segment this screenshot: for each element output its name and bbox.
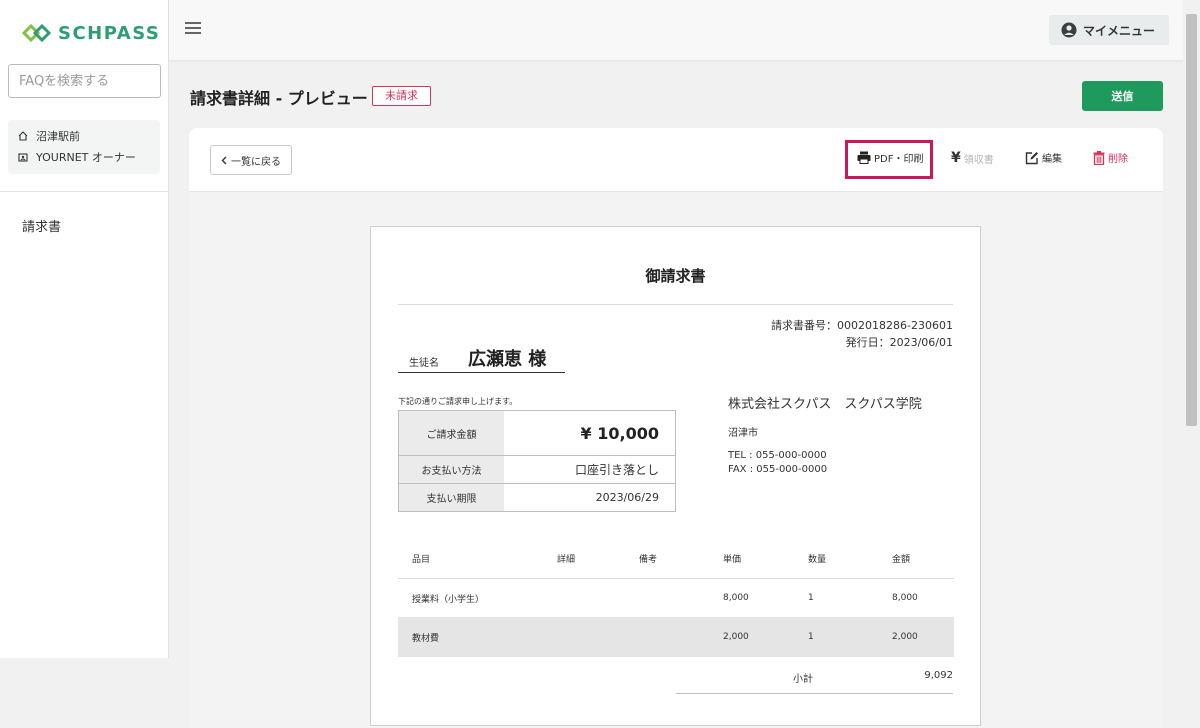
title-divider: [398, 304, 953, 305]
school-row: 沼津駅前: [18, 128, 80, 144]
invoice-meta: 請求書番号：0002018286-230601 発行日：2023/06/01: [771, 317, 953, 351]
subtotal-value: 9,092: [924, 670, 953, 681]
student-label: 生徒名: [409, 358, 439, 369]
invoice-number-row: 請求書番号：0002018286-230601: [771, 317, 953, 334]
sidebar-item-invoice[interactable]: 請求書: [22, 216, 61, 235]
app-logo[interactable]: SCHPASS: [22, 22, 160, 44]
chevron-left-icon: [221, 156, 227, 164]
status-badge: 未請求: [372, 86, 431, 106]
cell-unit-price: 8,000: [722, 578, 807, 618]
cell-qty: 1: [807, 578, 891, 618]
hamburger-menu-icon[interactable]: [185, 22, 201, 34]
cell-item: 授業料（小学生）: [398, 578, 556, 618]
my-menu-button[interactable]: マイメニュー: [1048, 15, 1169, 45]
delete-button[interactable]: 削除: [1093, 150, 1128, 165]
cell-unit-price: 2,000: [722, 617, 807, 657]
scrollbar-thumb[interactable]: [1186, 14, 1197, 426]
invoice-number: 0002018286-230601: [837, 319, 953, 332]
id-badge-icon: [18, 153, 28, 162]
printer-icon: [857, 151, 871, 164]
yen-icon: ¥: [951, 150, 961, 166]
delete-label: 削除: [1108, 154, 1128, 165]
cell-note: [638, 617, 722, 657]
company-fax: FAX : 055-000-0000: [728, 464, 828, 475]
issue-date-row: 発行日：2023/06/01: [771, 334, 953, 351]
page-title: 請求書詳細 - プレビュー: [190, 89, 368, 108]
my-menu-label: マイメニュー: [1082, 23, 1155, 38]
col-amount: 金額: [891, 539, 954, 579]
logo-icon: [22, 23, 52, 43]
invoice-title: 御請求書: [645, 267, 706, 285]
summary-row-due: 支払い期限 2023/06/29: [398, 483, 676, 512]
home-icon: [18, 131, 28, 141]
edit-icon: [1025, 151, 1038, 164]
faq-search-input[interactable]: [8, 64, 161, 98]
line-items-table: 品目 詳細 備考 単価 数量 金額 授業料（小学生） 8,000 1 8,000…: [398, 539, 954, 657]
company-block: 株式会社スクパス スクパス学院 沼津市 TEL : 055-000-0000 F…: [728, 393, 922, 477]
col-unit-price: 単価: [722, 539, 807, 579]
account-box[interactable]: 沼津駅前 YOURNET オーナー: [8, 120, 160, 174]
table-row: 教材費 2,000 1 2,000: [398, 617, 954, 657]
company-tel: TEL : 055-000-0000: [728, 450, 827, 461]
edit-label: 編集: [1042, 154, 1062, 165]
receipt-button[interactable]: ¥ 領収書: [951, 150, 994, 166]
billing-summary: ご請求金額 ¥ 10,000 お支払い方法 口座引き落とし 支払い期限 2023…: [398, 410, 676, 512]
student-name: 広瀬恵 様: [468, 349, 547, 370]
back-to-list-button[interactable]: 一覧に戻る: [210, 145, 292, 175]
amount-value: ¥ 10,000: [504, 410, 676, 456]
amount-label: ご請求金額: [398, 410, 504, 456]
page-scrollbar[interactable]: [1183, 0, 1200, 700]
sidebar-divider: [0, 191, 168, 192]
cell-amount: 2,000: [891, 617, 954, 657]
owner-row: YOURNET オーナー: [18, 149, 136, 165]
company-name: 株式会社スクパス スクパス学院: [728, 397, 922, 412]
subtotal-label: 小計: [793, 674, 813, 685]
col-detail: 詳細: [556, 539, 638, 579]
edit-button[interactable]: 編集: [1025, 150, 1062, 165]
subtotal-divider: [676, 693, 953, 694]
summary-row-method: お支払い方法 口座引き落とし: [398, 455, 676, 484]
logo-text: SCHPASS: [58, 22, 161, 44]
col-note: 備考: [638, 539, 722, 579]
due-value: 2023/06/29: [504, 483, 676, 512]
col-qty: 数量: [807, 539, 891, 579]
cell-detail: [556, 578, 638, 618]
table-header-row: 品目 詳細 備考 単価 数量 金額: [398, 539, 954, 579]
issue-date-label: 発行日：: [845, 336, 890, 349]
cell-note: [638, 578, 722, 618]
pdf-print-button[interactable]: PDF・印刷: [857, 150, 923, 165]
table-row: 授業料（小学生） 8,000 1 8,000: [398, 578, 954, 618]
invoice-sheet: 御請求書 請求書番号：0002018286-230601 発行日：2023/06…: [370, 226, 981, 726]
method-value: 口座引き落とし: [504, 455, 676, 484]
cell-item: 教材費: [398, 617, 556, 657]
cell-amount: 8,000: [891, 578, 954, 618]
company-contact: TEL : 055-000-0000 FAX : 055-000-0000: [728, 449, 922, 477]
owner-name: YOURNET オーナー: [36, 151, 136, 164]
issue-date: 2023/06/01: [889, 336, 953, 349]
top-bar: マイメニュー: [169, 0, 1200, 61]
cell-qty: 1: [807, 617, 891, 657]
receipt-label: 領収書: [963, 154, 994, 166]
user-circle-icon: [1061, 22, 1077, 38]
send-button[interactable]: 送信: [1082, 81, 1163, 111]
back-label: 一覧に戻る: [231, 156, 281, 168]
col-item: 品目: [398, 539, 556, 579]
invoice-number-label: 請求書番号：: [771, 319, 838, 332]
company-city: 沼津市: [728, 428, 758, 439]
student-block: 生徒名 広瀬恵 様: [398, 344, 565, 373]
sidebar: SCHPASS 沼津駅前 YOURNET オーナー 請求書: [0, 0, 169, 658]
invoice-notice: 下記の通りご請求申し上げます。: [398, 397, 518, 406]
method-label: お支払い方法: [398, 455, 504, 484]
due-label: 支払い期限: [398, 483, 504, 512]
card-toolbar: 一覧に戻る PDF・印刷 ¥ 領収書 編集 削除: [189, 128, 1163, 192]
school-name: 沼津駅前: [36, 130, 80, 143]
trash-icon: [1093, 150, 1105, 165]
pdf-print-label: PDF・印刷: [874, 154, 924, 165]
cell-detail: [556, 617, 638, 657]
summary-row-amount: ご請求金額 ¥ 10,000: [398, 410, 676, 456]
